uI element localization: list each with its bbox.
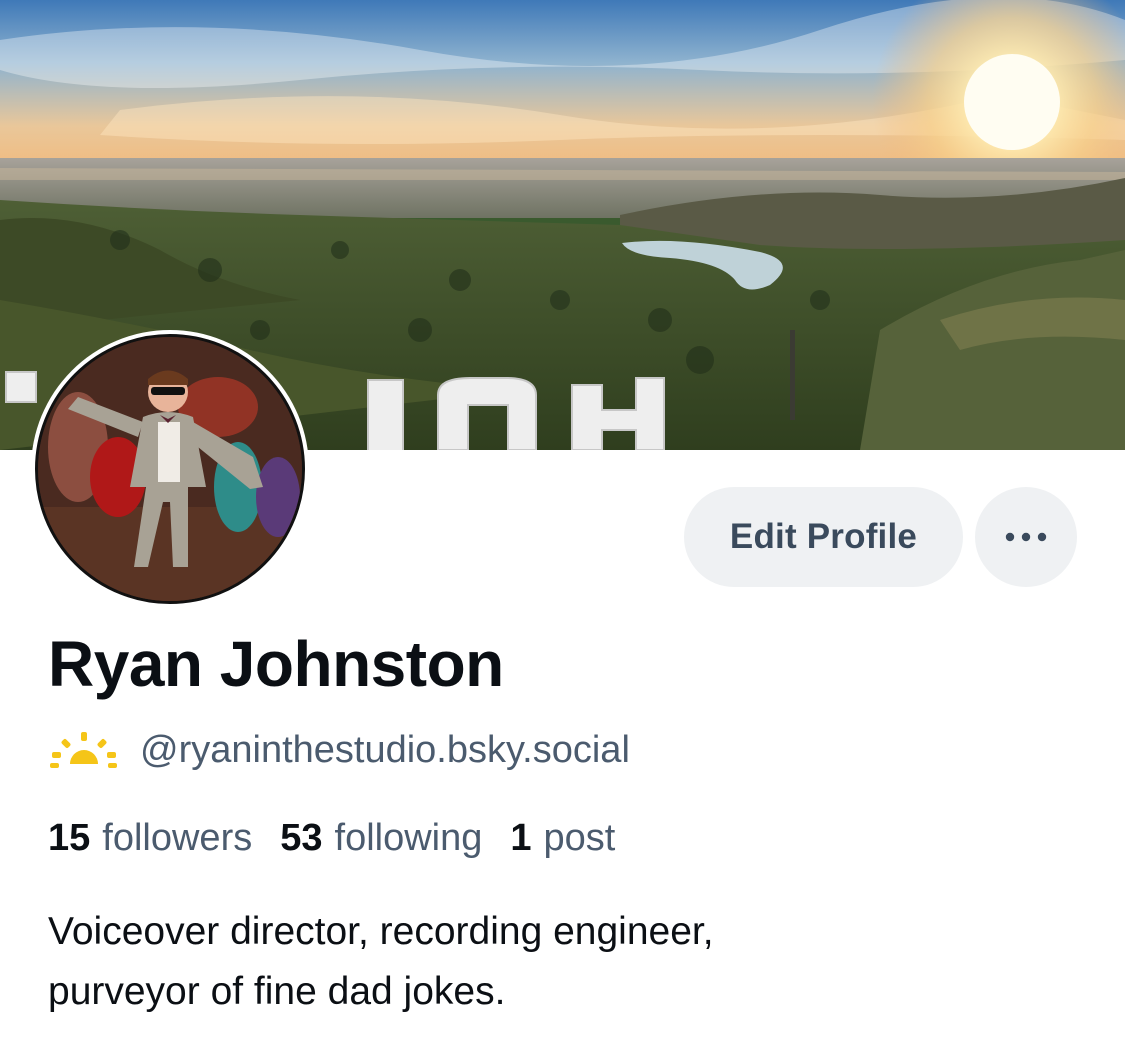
following-label: following xyxy=(334,816,483,859)
handle-row: @ryaninthestudio.bsky.social xyxy=(50,724,630,776)
more-options-button[interactable] xyxy=(975,487,1077,587)
posts-stat: 1 post xyxy=(510,817,615,860)
posts-label: post xyxy=(543,816,616,859)
following-count: 53 xyxy=(280,816,323,859)
bio-line-1: Voiceover director, recording engineer, xyxy=(48,910,714,953)
avatar-image xyxy=(35,334,305,604)
profile-handle: @ryaninthestudio.bsky.social xyxy=(140,728,630,771)
followers-link[interactable]: 15 followers xyxy=(48,817,252,860)
bio-line-2: purveyor of fine dad jokes. xyxy=(48,970,506,1013)
profile-bio: Voiceover director, recording engineer, … xyxy=(48,902,1048,1022)
ellipsis-icon xyxy=(1005,532,1047,542)
sunrise-icon xyxy=(50,732,117,768)
edit-profile-button[interactable]: Edit Profile xyxy=(684,487,963,587)
avatar[interactable] xyxy=(31,330,309,608)
followers-label: followers xyxy=(102,816,253,859)
profile-stats: 15 followers 53 following 1 post xyxy=(48,812,643,864)
followers-count: 15 xyxy=(48,816,91,859)
display-name: Ryan Johnston xyxy=(48,628,504,700)
posts-count: 1 xyxy=(510,816,532,859)
following-link[interactable]: 53 following xyxy=(280,817,482,860)
